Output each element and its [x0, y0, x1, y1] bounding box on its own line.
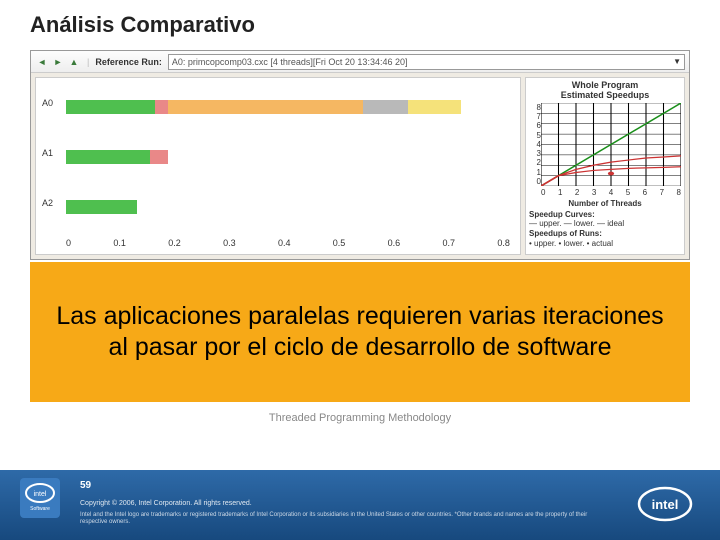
- bar-seg: [168, 100, 363, 114]
- legend-line: — upper. — lower. — ideal: [529, 219, 624, 228]
- svg-text:Software: Software: [30, 506, 50, 512]
- row-label-a1: A1: [42, 148, 53, 158]
- ytick: 2: [529, 158, 541, 167]
- bars-xaxis: 0 0.1 0.2 0.3 0.4 0.5 0.6 0.7 0.8: [66, 238, 510, 250]
- speedup-title: Whole Program Estimated Speedups: [529, 81, 681, 101]
- bar-row-a1: [66, 150, 510, 164]
- xtick: 0: [541, 188, 545, 198]
- bars-area: A0 A1 A2 0 0.: [35, 77, 521, 255]
- legend-title: Speedup Curves:: [529, 210, 595, 219]
- bar-seg: [66, 150, 150, 164]
- intel-logo: intel: [635, 484, 695, 524]
- trademark-text: Intel and the Intel logo are trademarks …: [80, 512, 600, 526]
- svg-text:intel: intel: [34, 491, 47, 498]
- bar-seg: [155, 100, 168, 114]
- xtick: 0.2: [168, 238, 181, 250]
- bar-row-a2: [66, 200, 510, 214]
- ytick: 1: [529, 168, 541, 177]
- ytick: 7: [529, 112, 541, 121]
- xtick: 6: [643, 188, 647, 198]
- xtick: 0.8: [497, 238, 510, 250]
- ytick: 6: [529, 121, 541, 130]
- bar-seg: [363, 100, 407, 114]
- speedup-plot: 8 7 6 5 4 3 2 1 0: [529, 103, 681, 198]
- ytick: 8: [529, 103, 541, 112]
- reference-run-dropdown[interactable]: A0: primcopcomp03.cxc [4 threads][Fri Oc…: [168, 54, 685, 70]
- row-label-a0: A0: [42, 98, 53, 108]
- xtick: 0: [66, 238, 71, 250]
- toolbar: ◄ ► ▲ | Reference Run: A0: primcopcomp03…: [31, 51, 689, 73]
- ytick: 5: [529, 131, 541, 140]
- xtick: 3: [592, 188, 596, 198]
- highlight-message: Las aplicaciones paralelas requieren var…: [48, 301, 672, 364]
- bar-seg: [66, 200, 137, 214]
- bar-seg: [408, 100, 461, 114]
- xtick: 4: [609, 188, 613, 198]
- bar-seg: [66, 100, 155, 114]
- xtick: 0.1: [113, 238, 126, 250]
- xtick: 0.3: [223, 238, 236, 250]
- footer: intel Software 59 Copyright © 2006, Intel…: [0, 470, 720, 540]
- back-icon[interactable]: ◄: [35, 55, 49, 69]
- intel-software-logo: intel Software: [20, 478, 60, 518]
- separator: |: [87, 57, 89, 67]
- chart-window: ◄ ► ▲ | Reference Run: A0: primcopcomp03…: [30, 50, 690, 260]
- xtick: 5: [626, 188, 630, 198]
- xtick: 0.5: [333, 238, 346, 250]
- up-icon[interactable]: ▲: [67, 55, 81, 69]
- chevron-down-icon: ▼: [673, 57, 681, 66]
- speedup-grid: [541, 103, 681, 186]
- speedup-title-1: Whole Program: [572, 80, 639, 90]
- forward-icon[interactable]: ►: [51, 55, 65, 69]
- page-title: Análisis Comparativo: [30, 12, 255, 38]
- legend-title2: Speedups of Runs:: [529, 229, 602, 238]
- speedup-xaxis: 0 1 2 3 4 5 6 7 8: [541, 188, 681, 198]
- xtick: 7: [660, 188, 664, 198]
- bar-seg: [150, 150, 168, 164]
- speedup-title-2: Estimated Speedups: [561, 90, 650, 100]
- ytick: 0: [529, 177, 541, 186]
- speedup-yaxis: 8 7 6 5 4 3 2 1 0: [529, 103, 541, 186]
- copyright: Copyright © 2006, Intel Corporation. All…: [80, 500, 252, 507]
- dropdown-value: A0: primcopcomp03.cxc [4 threads][Fri Oc…: [172, 57, 408, 67]
- bar-row-a0: [66, 100, 510, 114]
- xtick: 2: [575, 188, 579, 198]
- xtick: 0.4: [278, 238, 291, 250]
- xtick: 0.6: [388, 238, 401, 250]
- xtick: 0.7: [443, 238, 456, 250]
- highlight-box: Las aplicaciones paralelas requieren var…: [30, 262, 690, 402]
- ytick: 3: [529, 149, 541, 158]
- row-label-a2: A2: [42, 198, 53, 208]
- reference-run-label: Reference Run:: [95, 57, 162, 67]
- slide: Análisis Comparativo ◄ ► ▲ | Reference R…: [0, 0, 720, 540]
- slide-subtitle: Threaded Programming Methodology: [0, 412, 720, 424]
- ytick: 4: [529, 140, 541, 149]
- nav-group: ◄ ► ▲: [35, 55, 81, 69]
- page-number: 59: [80, 480, 91, 491]
- speedup-panel: Whole Program Estimated Speedups 8 7 6 5…: [525, 77, 685, 255]
- speedup-legend: Speedup Curves: — upper. — lower. — idea…: [529, 210, 681, 248]
- xtick: 1: [558, 188, 562, 198]
- svg-text:intel: intel: [652, 497, 679, 512]
- legend-line2: • upper. • lower. • actual: [529, 239, 613, 248]
- speedup-xlabel: Number of Threads: [529, 199, 681, 208]
- xtick: 8: [677, 188, 681, 198]
- chart-body: A0 A1 A2 0 0.: [31, 73, 689, 259]
